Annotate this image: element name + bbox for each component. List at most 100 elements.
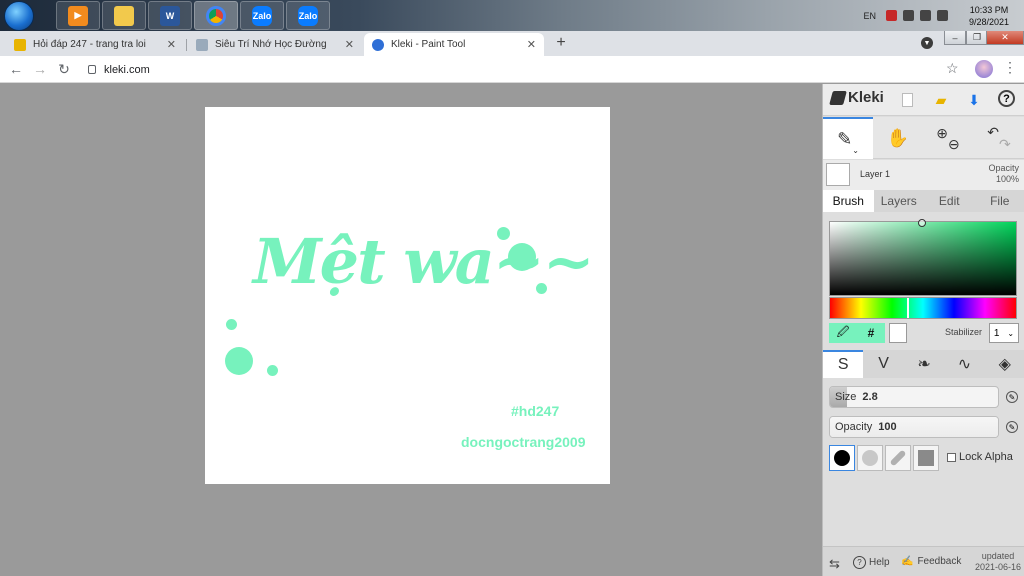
kleki-logo[interactable]: Kleki <box>829 89 884 106</box>
browser-tab-strip: Hỏi đáp 247 - trang tra loi ✕ Siêu Trí N… <box>0 31 1024 56</box>
zalo-alt-taskbar-icon[interactable]: Zalo <box>286 1 330 30</box>
edit-opacity-icon[interactable]: ✎ <box>1006 421 1018 433</box>
download-icon[interactable]: ⬇ <box>964 90 984 110</box>
close-icon[interactable]: ✕ <box>167 38 176 51</box>
tab-hoidap247[interactable]: Hỏi đáp 247 - trang tra loi ✕ <box>6 33 184 56</box>
new-image-icon[interactable] <box>897 90 917 110</box>
zoom-out-icon[interactable]: ⊖ <box>948 136 960 153</box>
hex-input-button[interactable]: # <box>857 323 885 343</box>
close-icon[interactable]: ✕ <box>345 38 354 51</box>
secondary-color-swatch[interactable] <box>889 323 907 343</box>
antivirus-icon[interactable] <box>886 10 897 21</box>
kleki-side-panel: Kleki ▰ ⬇ ? ✎ ⌄ ✋ ⊕ ⊖ ↶ ↷ Layer 1 Opacit… <box>822 84 1024 576</box>
decor-dot <box>226 319 237 330</box>
start-button[interactable] <box>4 1 34 31</box>
chrome-taskbar-icon[interactable] <box>194 1 238 30</box>
tab-title: Hỏi đáp 247 - trang tra loi <box>33 39 146 50</box>
help-circle-icon: ? <box>853 556 866 569</box>
hand-tool-button[interactable]: ✋ <box>873 117 923 159</box>
minimize-button[interactable]: – <box>944 31 966 45</box>
forward-arrow-icon[interactable]: → <box>31 60 49 78</box>
hue-slider[interactable] <box>829 297 1017 319</box>
swap-panel-icon[interactable]: ⇆ <box>829 556 840 572</box>
tab-layers[interactable]: Layers <box>874 190 925 212</box>
help-link[interactable]: ? Help <box>853 556 890 569</box>
drawing-canvas[interactable]: Mệt wa~~ #hd247 docngoctrang2009 <box>205 107 610 484</box>
feedback-link[interactable]: ✍ Feedback <box>901 556 961 567</box>
redo-icon[interactable]: ↷ <box>999 136 1011 153</box>
flag-icon[interactable] <box>937 10 948 21</box>
brush-type-row: S V ❧ ∿ ◈ <box>823 350 1024 378</box>
pen-brush-icon: S <box>837 356 849 373</box>
back-arrow-icon[interactable]: ← <box>7 60 25 78</box>
new-tab-button[interactable]: + <box>552 34 570 52</box>
opacity-slider[interactable]: Opacity 100 <box>829 416 999 438</box>
lock-alpha-toggle[interactable]: Lock Alpha <box>947 451 1013 463</box>
sketchy-brush-button[interactable]: ❧ <box>904 350 944 378</box>
circle-icon <box>834 450 850 466</box>
lock-alpha-checkbox[interactable] <box>947 452 956 462</box>
volume-icon[interactable] <box>920 10 931 21</box>
chevron-down-icon[interactable]: ⌄ <box>852 146 859 155</box>
help-label: Help <box>869 557 890 568</box>
blend-brush-button[interactable]: V <box>863 350 903 378</box>
tab-kleki[interactable]: Kleki - Paint Tool ✕ <box>364 33 544 56</box>
decor-dot <box>536 283 547 294</box>
saturation-value-picker[interactable] <box>829 219 1017 296</box>
picker-handle[interactable] <box>918 219 926 227</box>
address-bar[interactable]: kleki.com <box>88 61 150 78</box>
file-explorer-taskbar-icon[interactable] <box>102 1 146 30</box>
layer-preview-row[interactable]: Layer 1 Opacity 100% <box>823 160 1024 190</box>
undo-redo-buttons[interactable]: ↶ ↷ <box>973 117 1024 159</box>
profile-avatar[interactable] <box>975 60 993 78</box>
tab-file[interactable]: File <box>975 190 1024 212</box>
updated-info[interactable]: updated 2021-06-16 <box>975 551 1021 573</box>
reload-icon[interactable]: ↻ <box>55 60 73 78</box>
updated-date: 2021-06-16 <box>974 562 1021 572</box>
layer-opacity-value: 100% <box>995 174 1019 184</box>
url-text: kleki.com <box>104 63 150 76</box>
close-window-button[interactable]: ✕ <box>986 31 1024 45</box>
open-folder-icon[interactable]: ▰ <box>931 90 951 110</box>
zalo-taskbar-icon[interactable]: Zalo <box>240 1 284 30</box>
zoom-in-icon[interactable]: ⊕ <box>936 125 948 142</box>
word-taskbar-icon[interactable]: W <box>148 1 192 30</box>
eraser-button[interactable]: ◈ <box>985 350 1024 378</box>
zoom-buttons[interactable]: ⊕ ⊖ <box>923 117 973 159</box>
bookmark-star-icon[interactable]: ☆ <box>946 60 959 77</box>
tab-sieu-tri-nho[interactable]: Siêu Trí Nhớ Học Đường ✕ <box>188 33 362 56</box>
calligraphy-brush-tip[interactable] <box>885 445 911 471</box>
chalk-brush-tip[interactable] <box>857 445 883 471</box>
media-player-taskbar-icon[interactable]: ▶ <box>56 1 100 30</box>
round-brush-tip[interactable] <box>829 445 855 471</box>
pen-brush-button[interactable]: S <box>823 350 864 378</box>
close-icon[interactable]: ✕ <box>527 38 536 51</box>
tab-search-icon[interactable]: ▼ <box>921 37 933 49</box>
maximize-button[interactable]: ❐ <box>966 31 988 45</box>
drawing-workspace[interactable]: Mệt wa~~ #hd247 docngoctrang2009 <box>0 84 822 576</box>
lock-icon <box>88 65 96 74</box>
language-indicator[interactable]: EN <box>863 11 876 21</box>
size-slider[interactable]: Size 2.8 <box>829 386 999 408</box>
panel-tabs: Brush Layers Edit File <box>823 190 1024 212</box>
layer-thumbnail[interactable] <box>826 163 850 186</box>
shape-brush-button[interactable]: ∿ <box>944 350 984 378</box>
chrome-menu-icon[interactable]: ⋮ <box>1003 59 1017 76</box>
tab-brush[interactable]: Brush <box>823 190 874 212</box>
eyedropper-button[interactable]: 🖉 <box>829 323 857 343</box>
layer-opacity: Opacity 100% <box>988 163 1019 185</box>
eraser-icon: ◈ <box>998 356 1011 373</box>
edit-size-icon[interactable]: ✎ <box>1006 391 1018 403</box>
stabilizer-select[interactable]: 1 ⌄ <box>989 323 1019 343</box>
panel-header: Kleki ▰ ⬇ ? <box>823 84 1024 116</box>
tab-edit[interactable]: Edit <box>924 190 975 212</box>
square-brush-tip[interactable] <box>913 445 939 471</box>
size-label: Size <box>835 391 857 403</box>
network-icon[interactable] <box>903 10 914 21</box>
taskbar-clock[interactable]: 10:33 PM 9/28/2021 <box>954 4 1024 28</box>
brush-tool-button[interactable]: ✎ ⌄ <box>823 117 873 159</box>
help-icon[interactable]: ? <box>998 90 1015 107</box>
hue-handle[interactable] <box>907 298 909 318</box>
chalk-icon <box>862 450 878 466</box>
undo-icon[interactable]: ↶ <box>987 124 999 141</box>
